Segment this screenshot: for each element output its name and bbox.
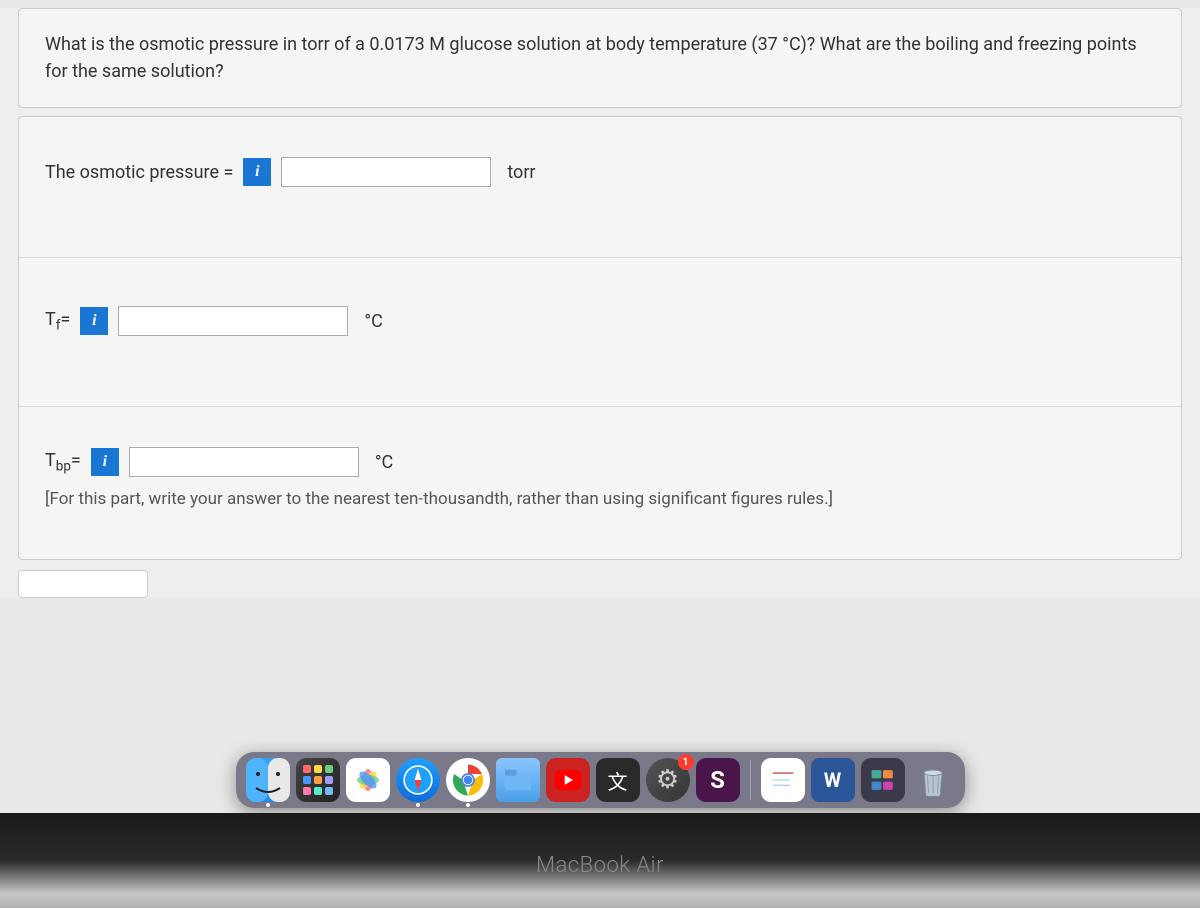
tbp-unit: °C	[375, 452, 393, 473]
question-text: What is the osmotic pressure in torr of …	[45, 31, 1155, 85]
dock-separator	[750, 760, 751, 800]
launchpad-icon[interactable]	[296, 758, 340, 802]
downloads-folder-icon[interactable]	[496, 758, 540, 802]
tbp-label-sub: bp	[56, 458, 71, 474]
info-button-tbp[interactable]: i	[91, 448, 119, 476]
word-icon[interactable]: W	[811, 758, 855, 802]
question-block: What is the osmotic pressure in torr of …	[18, 8, 1182, 108]
tbp-input[interactable]	[129, 447, 359, 477]
notes-icon[interactable]	[761, 758, 805, 802]
device-label: MacBook Air	[536, 853, 664, 878]
system-preferences-icon[interactable]: ⚙ 1	[646, 758, 690, 802]
tbp-label: Tbp=	[45, 450, 81, 475]
osmotic-label: The osmotic pressure =	[45, 162, 233, 183]
laptop-bezel: MacBook Air	[0, 813, 1200, 908]
answer-section-tf: Tf= i °C	[19, 257, 1181, 406]
slack-icon[interactable]: S	[696, 758, 740, 802]
finder-icon[interactable]	[246, 758, 290, 802]
app-stack-icon[interactable]	[861, 758, 905, 802]
info-button-tf[interactable]: i	[80, 307, 108, 335]
answer-section-tbp: Tbp= i °C [For this part, write your ans…	[19, 406, 1181, 559]
answer-block: The osmotic pressure = i torr Tf= i °C T…	[18, 116, 1182, 560]
tf-label: Tf=	[45, 309, 70, 334]
answer-row-tf: Tf= i °C	[45, 306, 1155, 336]
photos-icon[interactable]	[346, 758, 390, 802]
osmotic-unit: torr	[507, 162, 535, 183]
answer-section-osmotic: The osmotic pressure = i torr	[19, 117, 1181, 257]
answer-row-osmotic: The osmotic pressure = i torr	[45, 157, 1155, 187]
tf-unit: °C	[364, 311, 382, 332]
tbp-label-prefix: T	[45, 450, 56, 471]
osmotic-input[interactable]	[281, 157, 491, 187]
dock-indicator	[416, 803, 420, 807]
info-button-osmotic[interactable]: i	[243, 158, 271, 186]
answer-row-tbp: Tbp= i °C	[45, 447, 1155, 477]
dock-wrapper: 文 ⚙ 1 S W	[0, 752, 1200, 808]
safari-icon[interactable]	[396, 758, 440, 802]
tbp-hint: [For this part, write your answer to the…	[45, 489, 1155, 509]
partial-input-block[interactable]	[18, 570, 148, 598]
content-area: What is the osmotic pressure in torr of …	[0, 8, 1200, 598]
youtube-icon[interactable]	[546, 758, 590, 802]
tbp-label-suffix: =	[71, 450, 81, 471]
translate-icon[interactable]: 文	[596, 758, 640, 802]
badge-count: 1	[678, 754, 694, 770]
trash-icon[interactable]	[911, 758, 955, 802]
macos-dock: 文 ⚙ 1 S W	[236, 752, 965, 808]
dock-indicator	[266, 803, 270, 807]
tf-label-suffix: =	[60, 309, 70, 330]
tf-input[interactable]	[118, 306, 348, 336]
tf-label-prefix: T	[45, 309, 56, 330]
chrome-icon[interactable]	[446, 758, 490, 802]
dock-indicator	[466, 803, 470, 807]
